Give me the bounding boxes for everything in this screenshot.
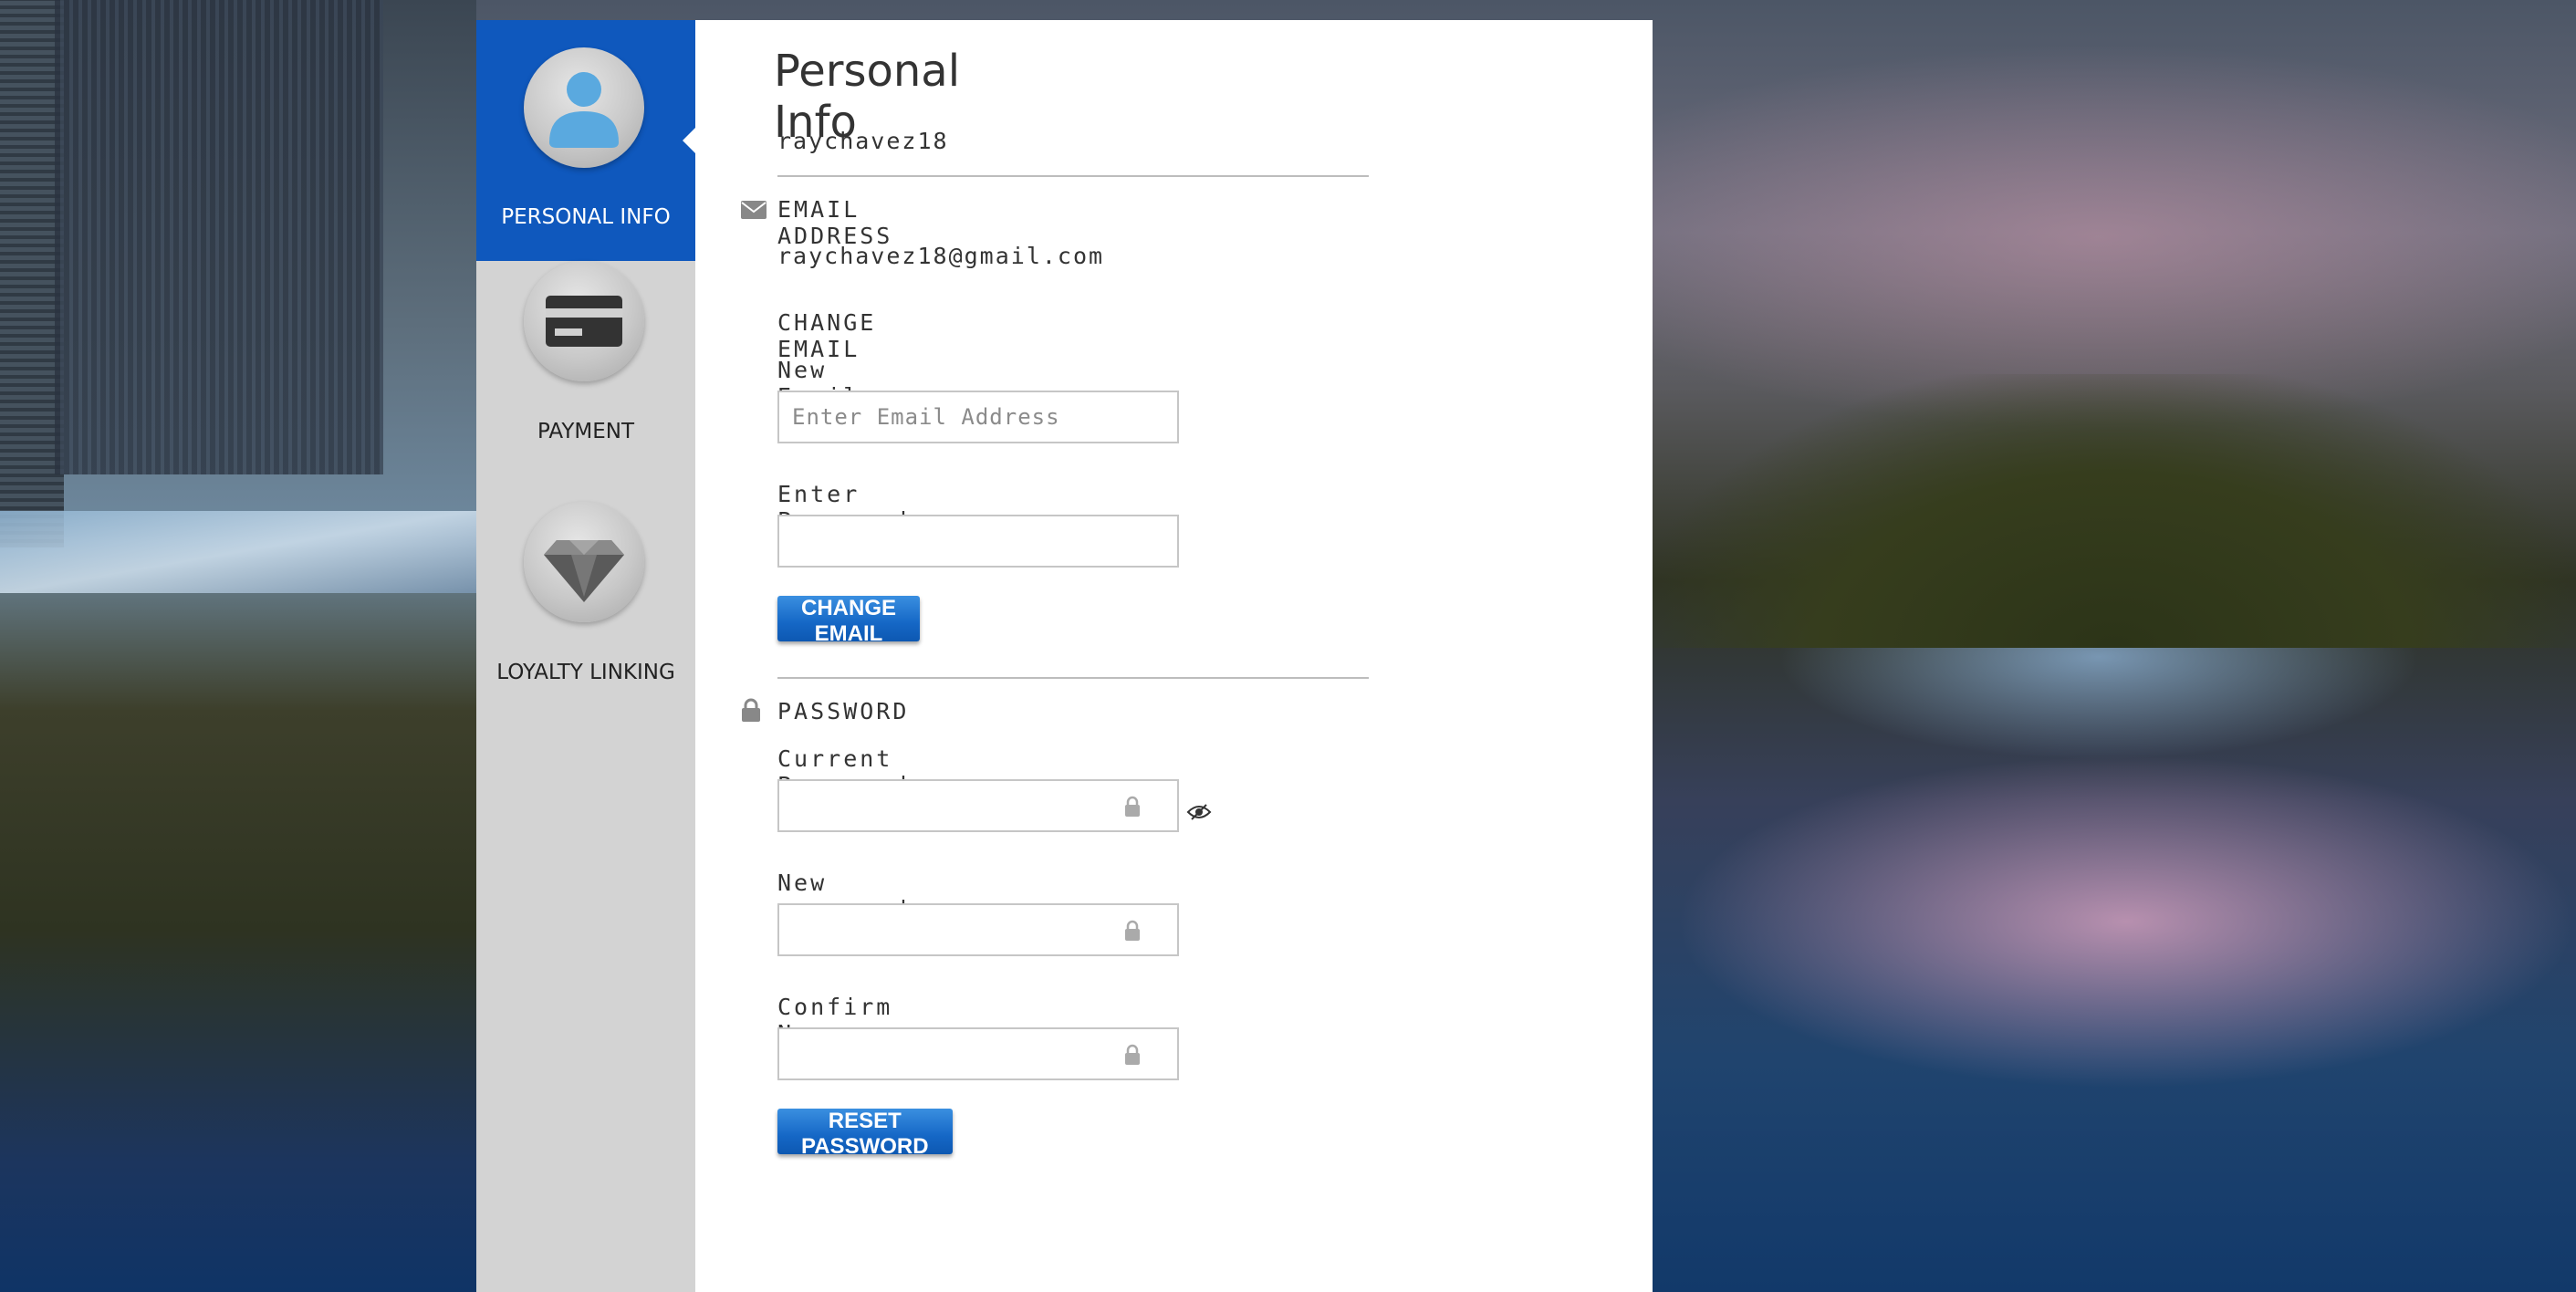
diamond-icon xyxy=(524,502,644,622)
current-password-field[interactable] xyxy=(777,779,1179,832)
sidebar: PERSONAL INFO PAYMENT LOYALTY LINKING xyxy=(476,20,695,1292)
background-roof xyxy=(0,511,476,593)
envelope-icon xyxy=(741,201,767,219)
password-section-heading: PASSWORD xyxy=(777,698,910,724)
eye-slash-icon[interactable] xyxy=(1186,803,1212,821)
background-tower xyxy=(55,0,383,474)
lock-icon xyxy=(1125,920,1140,941)
confirm-password-field[interactable] xyxy=(777,1027,1179,1080)
divider xyxy=(777,175,1369,177)
lock-icon xyxy=(1125,1044,1140,1065)
username: raychavez18 xyxy=(777,128,949,154)
enter-password-field[interactable] xyxy=(777,515,1179,568)
change-email-heading: CHANGE EMAIL xyxy=(777,309,877,362)
current-email: raychavez18@gmail.com xyxy=(777,243,1105,269)
divider xyxy=(777,677,1369,679)
change-email-button[interactable]: CHANGE EMAIL xyxy=(777,596,921,646)
new-password-field[interactable] xyxy=(777,903,1179,956)
sidebar-item-label: LOYALTY LINKING xyxy=(496,661,675,684)
sidebar-item-personal-info[interactable]: PERSONAL INFO xyxy=(476,20,695,261)
lock-icon xyxy=(742,698,760,722)
sidebar-item-label: PAYMENT xyxy=(537,420,635,443)
sidebar-item-payment[interactable]: PAYMENT xyxy=(476,261,695,502)
new-email-field[interactable] xyxy=(777,391,1179,443)
user-icon xyxy=(524,47,644,168)
background-trees xyxy=(1652,374,2576,648)
sidebar-item-label: PERSONAL INFO xyxy=(501,205,671,229)
lock-icon xyxy=(1125,796,1140,817)
reset-password-button[interactable]: RESET PASSWORD xyxy=(777,1109,953,1159)
credit-card-icon xyxy=(524,261,644,381)
sidebar-item-loyalty-linking[interactable]: LOYALTY LINKING xyxy=(476,502,695,743)
email-section-heading: EMAIL ADDRESS xyxy=(777,196,893,249)
